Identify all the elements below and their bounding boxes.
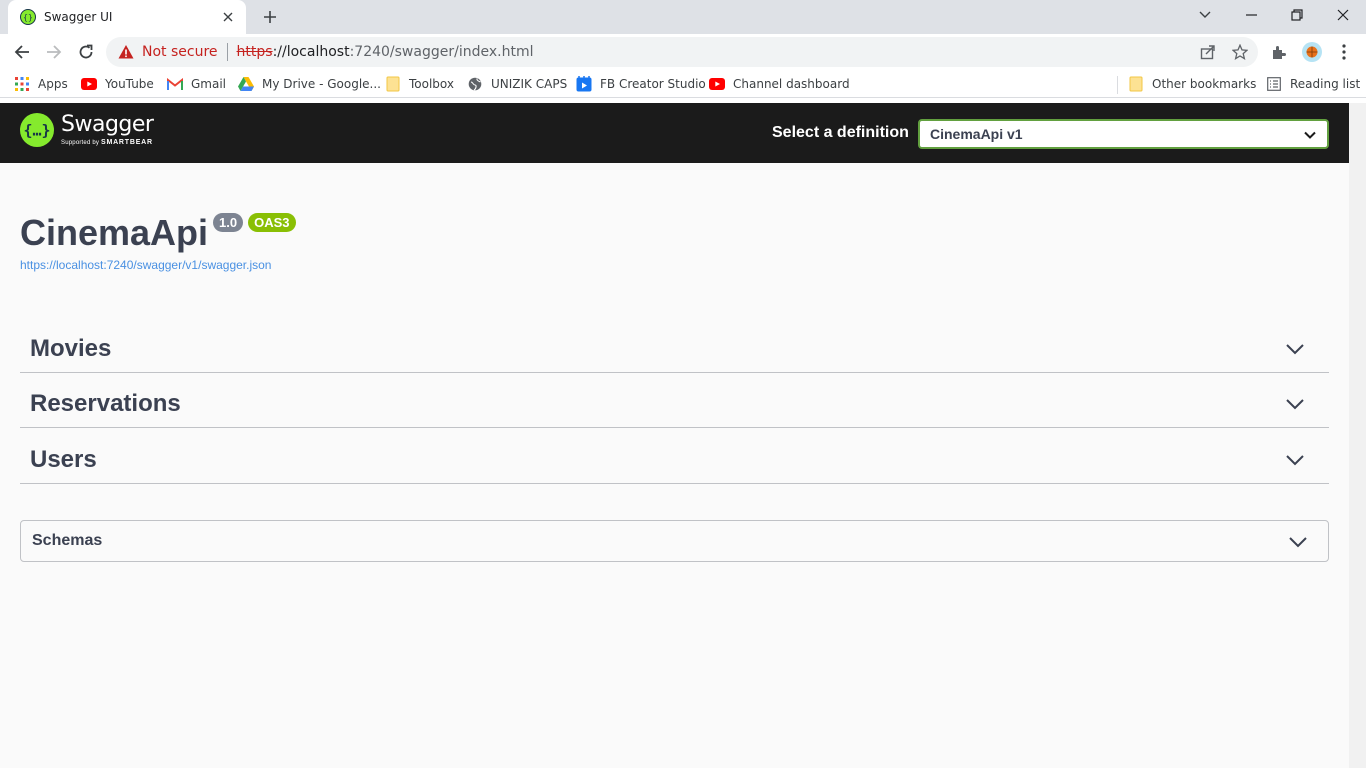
- share-icon[interactable]: [1200, 44, 1216, 60]
- tag-reservations[interactable]: Reservations: [20, 380, 1329, 428]
- oas-badge: OAS3: [248, 213, 296, 232]
- not-secure-label[interactable]: Not secure: [142, 44, 218, 60]
- google-drive-icon: [238, 76, 254, 92]
- folder-icon: [1128, 76, 1144, 92]
- bookmark-label: Toolbox: [409, 77, 454, 91]
- spec-json-link[interactable]: https://localhost:7240/swagger/v1/swagge…: [20, 258, 271, 272]
- schemas-section[interactable]: Schemas: [20, 520, 1329, 562]
- browser-tabstrip: {} Swagger UI: [0, 0, 1366, 34]
- close-window-icon[interactable]: [1320, 0, 1366, 30]
- svg-text:{…}: {…}: [23, 122, 50, 140]
- select-definition-label: Select a definition: [772, 124, 909, 141]
- globe-icon: [467, 76, 483, 92]
- bookmark-fb-creator-studio[interactable]: FB Creator Studio: [576, 75, 706, 93]
- swagger-page: {…} Swagger Supported by SMARTBEAR Selec…: [0, 103, 1349, 768]
- folder-icon: [385, 76, 401, 92]
- bookmark-star-icon[interactable]: [1232, 44, 1248, 60]
- browser-toolbar: Not secure https://localhost:7240/swagge…: [0, 34, 1366, 70]
- bookmark-toolbox[interactable]: Toolbox: [385, 75, 454, 93]
- url-text[interactable]: https://localhost:7240/swagger/index.htm…: [237, 44, 534, 60]
- page-scrollbar[interactable]: [1349, 103, 1366, 768]
- youtube-icon: [81, 76, 97, 92]
- tag-movies[interactable]: Movies: [20, 325, 1329, 373]
- restore-icon[interactable]: [1274, 0, 1320, 30]
- url-scheme: https: [236, 44, 273, 60]
- bookmark-label: Apps: [38, 77, 68, 91]
- api-title: CinemaApi: [20, 212, 209, 253]
- url-path: :7240/swagger/index.html: [349, 44, 534, 60]
- swagger-topbar: {…} Swagger Supported by SMARTBEAR Selec…: [0, 103, 1349, 163]
- bookmarks-bar: Apps YouTube Gmail My Drive - Google... …: [0, 70, 1366, 98]
- bookmark-label: My Drive - Google...: [262, 77, 381, 91]
- smartbear-text: SMARTBEAR: [100, 139, 153, 146]
- selected-definition: CinemaApi v1: [930, 126, 1023, 142]
- menu-kebab-icon[interactable]: [1335, 43, 1353, 61]
- close-tab-icon[interactable]: [220, 9, 236, 25]
- svg-text:{}: {}: [23, 13, 33, 22]
- minimize-icon[interactable]: [1228, 0, 1274, 30]
- tag-name: Reservations: [30, 389, 181, 417]
- chevron-down-icon[interactable]: [1285, 339, 1305, 359]
- forward-icon[interactable]: [40, 38, 68, 66]
- chevron-down-icon[interactable]: [1285, 450, 1305, 470]
- bookmark-label: FB Creator Studio: [600, 77, 706, 91]
- tag-users[interactable]: Users: [20, 436, 1329, 484]
- extensions-icon[interactable]: [1270, 43, 1288, 61]
- bookmark-gmail[interactable]: Gmail: [167, 75, 226, 93]
- bookmark-unizik-caps[interactable]: UNIZIK CAPS: [467, 75, 567, 93]
- api-info: CinemaApi 1.0 OAS3: [20, 211, 296, 255]
- youtube-studio-icon: [709, 76, 725, 92]
- swagger-favicon-icon: {}: [20, 9, 36, 25]
- bookmark-other-bookmarks[interactable]: Other bookmarks: [1128, 75, 1256, 93]
- swagger-logo[interactable]: {…} Swagger Supported by SMARTBEAR: [20, 112, 154, 147]
- version-badge: 1.0: [213, 213, 244, 232]
- bookmark-label: YouTube: [105, 77, 154, 91]
- url-host: ://localhost: [272, 44, 350, 60]
- warning-icon[interactable]: [118, 44, 134, 60]
- tab-search-icon[interactable]: [1182, 0, 1228, 30]
- swagger-wordmark: Swagger: [61, 112, 154, 137]
- chevron-down-icon[interactable]: [1285, 394, 1305, 414]
- apps-grid-icon: [14, 76, 30, 92]
- swagger-logo-text: Swagger Supported by SMARTBEAR: [61, 112, 154, 147]
- bookmark-my-drive[interactable]: My Drive - Google...: [238, 75, 381, 93]
- reading-list-label: Reading list: [1290, 77, 1361, 91]
- chevron-down-icon[interactable]: [1288, 532, 1308, 552]
- new-tab-icon[interactable]: [258, 6, 282, 28]
- supported-by-text: Supported by: [61, 140, 100, 146]
- bookmark-label: Other bookmarks: [1152, 77, 1257, 91]
- bookmark-youtube[interactable]: YouTube: [81, 75, 154, 93]
- bookmark-label: UNIZIK CAPS: [491, 77, 568, 91]
- bookmark-channel-dashboard[interactable]: Channel dashboard: [709, 75, 850, 93]
- swagger-logo-icon: {…}: [20, 113, 54, 147]
- gmail-icon: [167, 76, 183, 92]
- omnibox-divider: [226, 43, 228, 61]
- creator-studio-icon: [576, 76, 592, 92]
- back-icon[interactable]: [8, 38, 36, 66]
- address-bar[interactable]: Not secure https://localhost:7240/swagge…: [106, 37, 1258, 67]
- bookmark-label: Gmail: [191, 77, 227, 91]
- bookmarks-divider: [1117, 76, 1118, 94]
- browser-tab-swagger[interactable]: {} Swagger UI: [8, 0, 246, 34]
- reload-icon[interactable]: [72, 38, 100, 66]
- tag-name: Movies: [30, 334, 112, 362]
- definition-select[interactable]: CinemaApi v1: [918, 119, 1329, 149]
- bookmark-apps[interactable]: Apps: [14, 75, 68, 93]
- tag-name: Users: [30, 445, 97, 473]
- profile-avatar-icon[interactable]: [1302, 42, 1322, 62]
- tab-title: Swagger UI: [44, 10, 113, 24]
- chevron-down-icon: [1303, 128, 1317, 142]
- bookmark-label: Channel dashboard: [733, 77, 850, 91]
- reading-list-button[interactable]: Reading list: [1266, 75, 1360, 93]
- smartbear-tagline: Supported by SMARTBEAR: [61, 139, 153, 146]
- schemas-title: Schemas: [32, 532, 103, 549]
- reading-list-icon: [1266, 76, 1282, 92]
